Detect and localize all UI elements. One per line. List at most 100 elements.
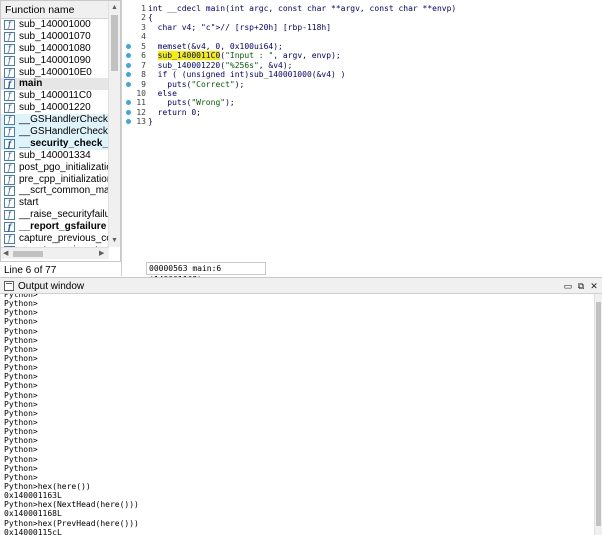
output-line: Python> (4, 335, 38, 345)
breakpoint-dot-icon[interactable] (126, 53, 131, 59)
scroll-thumb[interactable] (596, 302, 601, 526)
line-number: 10 (122, 89, 148, 98)
line-number-text: 2 (141, 13, 146, 23)
function-list-item[interactable]: f capture_previous_context (1, 233, 109, 245)
line-number-text: 4 (141, 32, 146, 42)
function-list-item[interactable]: f sub_1400010E0 (1, 67, 109, 79)
output-line: Python> (4, 317, 38, 327)
code-line[interactable]: sub_1400011C0("Input : ", argv, envp); (148, 51, 598, 61)
function-list-item[interactable]: f __GSHandlerCheckCommo (1, 126, 109, 138)
breakpoint-dot-icon[interactable] (126, 119, 131, 125)
function-name: post_pgo_initialization(void (19, 161, 109, 173)
line-number-text: 3 (141, 22, 146, 32)
function-list-item[interactable]: f sub_140001220 (1, 102, 109, 114)
output-window-content[interactable]: Python> Python> Python> Python> Python> Pytho… (0, 294, 594, 535)
function-list-item[interactable]: f sub_140001000 (1, 19, 109, 31)
code-line[interactable]: char v4; "c">// [rsp+20h] [rbp-118h] (148, 23, 598, 32)
function-list-item[interactable]: f sub_140001090 (1, 55, 109, 67)
function-list-item[interactable]: f start (1, 197, 109, 209)
function-icon: f (4, 55, 15, 66)
scroll-thumb[interactable] (111, 15, 118, 71)
breakpoint-dot-icon[interactable] (126, 72, 131, 78)
breakpoint-dot-icon[interactable] (126, 43, 131, 49)
functions-horizontal-scrollbar[interactable]: ◀ ▶ (1, 247, 109, 259)
function-icon: f (4, 234, 15, 245)
float-window-button[interactable]: ▭ (562, 280, 574, 292)
scroll-down-arrow-icon[interactable]: ▼ (111, 237, 118, 245)
function-icon: f (4, 115, 15, 126)
function-list-item[interactable]: f __raise_securityfailure (1, 209, 109, 221)
function-list-item[interactable]: f pre_cpp_initialization(void) (1, 174, 109, 186)
function-name: __report_gsfailure (19, 221, 107, 233)
function-name: sub_1400011C0 (19, 90, 92, 102)
code-line[interactable]: if ( (unsigned int)sub_140001000(&v4) ) (148, 70, 598, 79)
function-list-item[interactable]: f post_pgo_initialization(void (1, 162, 109, 174)
close-window-button[interactable]: ✕ (588, 280, 600, 292)
function-name: __GSHandlerCheckCommo (19, 126, 109, 138)
scroll-left-arrow-icon[interactable]: ◀ (3, 250, 8, 258)
output-line: Python>hex(PrevHead(here())) (4, 518, 139, 528)
line-number-text: 8 (141, 70, 146, 80)
scroll-up-arrow-icon[interactable]: ▲ (111, 4, 118, 12)
output-line: 0x14000115cL (4, 527, 62, 535)
function-list-item[interactable]: f sub_140001070 (1, 31, 109, 43)
breakpoint-dot-icon[interactable] (126, 109, 131, 115)
function-icon: f (4, 186, 15, 197)
line-number: 12 (122, 108, 148, 117)
function-name: __raise_securityfailure (19, 209, 109, 221)
output-line: Python> (4, 344, 38, 354)
scroll-right-arrow-icon[interactable]: ▶ (99, 250, 104, 258)
breakpoint-dot-icon[interactable] (126, 62, 131, 68)
function-list-item[interactable]: f sub_1400011C0 (1, 90, 109, 102)
code-line[interactable]: else (148, 89, 598, 98)
restore-window-button[interactable]: ⧉ (575, 280, 587, 292)
line-number-text: 9 (141, 79, 146, 89)
function-list-item[interactable]: f __scrt_common_main_seh( (1, 185, 109, 197)
function-icon: f (4, 67, 15, 78)
breakpoint-dot-icon[interactable] (126, 100, 131, 106)
line-number: 11 (122, 98, 148, 107)
pseudocode-view[interactable]: 1 2 3 4 5 6 7 8 9 10 11 12 13 int __cdecl main(int a… (121, 0, 602, 284)
function-list-item[interactable]: f __GSHandlerCheck (1, 114, 109, 127)
code-line[interactable] (148, 32, 598, 41)
functions-vertical-scrollbar[interactable]: ▲ ▼ (108, 1, 120, 247)
function-icon: f (4, 162, 15, 173)
code-line[interactable]: puts("Wrong"); (148, 98, 598, 107)
line-number: 6 (122, 51, 148, 60)
line-number: 13 (122, 117, 148, 126)
function-list-item[interactable]: f main (1, 78, 109, 91)
function-list-item[interactable]: f __report_gsfailure (1, 221, 109, 233)
function-icon: f (4, 138, 15, 149)
scroll-thumb[interactable] (13, 251, 43, 257)
code-line[interactable]: puts("Correct"); (148, 80, 598, 89)
highlighted-identifier[interactable]: sub_1400011C0 (157, 51, 221, 61)
output-window-titlebar: Output window ▭ ⧉ ✕ (0, 277, 602, 294)
function-name: __scrt_common_main_seh( (19, 185, 109, 197)
function-list-item[interactable]: f sub_140001334 (1, 150, 109, 162)
code-line[interactable]: { (148, 13, 598, 22)
function-list-item[interactable]: f __security_check_cookie (1, 137, 109, 150)
functions-column-header[interactable]: Function name (1, 1, 109, 19)
function-icon: f (4, 174, 15, 185)
code-line[interactable]: int __cdecl main(int argc, const char **… (148, 4, 598, 13)
output-vertical-scrollbar[interactable] (594, 294, 602, 535)
function-icon: f (4, 43, 15, 54)
line-number-text: 5 (141, 41, 146, 51)
pseudocode-text[interactable]: int __cdecl main(int argc, const char **… (148, 4, 598, 127)
line-number-text: 13 (136, 117, 146, 127)
breakpoint-dot-icon[interactable] (126, 81, 131, 87)
pseudocode-status-bar: 00000563 main:6 (140001163) (146, 262, 266, 284)
output-line: Python> (4, 417, 38, 427)
code-line[interactable]: } (148, 117, 598, 126)
output-line: 0x140001163L (4, 491, 62, 501)
output-line: Python> (4, 472, 38, 482)
function-name: sub_140001000 (19, 19, 91, 30)
output-window-title: Output window (18, 281, 85, 292)
output-line: Python>hex(NextHead(here())) (4, 500, 139, 510)
output-line: Python> (4, 353, 38, 363)
code-line[interactable]: memset(&v4, 0, 0x100ui64); (148, 42, 598, 51)
code-line[interactable]: sub_140001220("%256s", &v4); (148, 61, 598, 70)
function-name: pre_cpp_initialization(void) (19, 173, 109, 185)
function-list-item[interactable]: f sub_140001080 (1, 43, 109, 55)
code-line[interactable]: return 0; (148, 108, 598, 117)
